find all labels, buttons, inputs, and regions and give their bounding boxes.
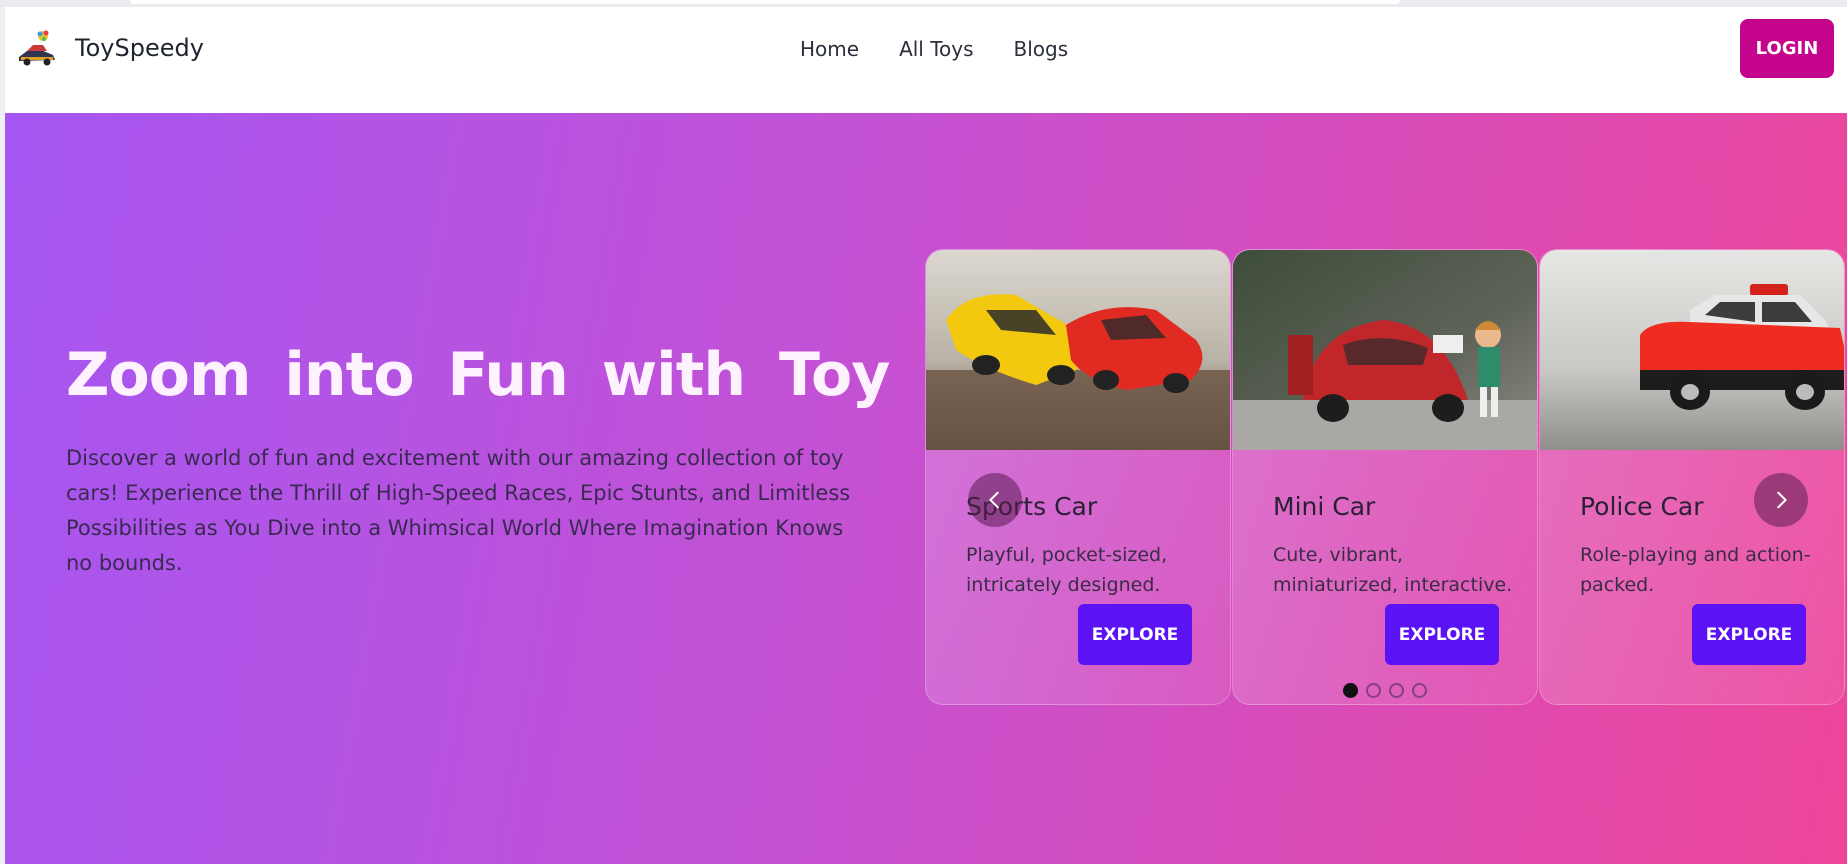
login-button[interactable]: LOGIN xyxy=(1740,19,1834,78)
sports-car-image xyxy=(926,250,1230,450)
chevron-left-icon xyxy=(989,491,999,509)
card-title: Police Car xyxy=(1580,492,1704,521)
hero-section: Zoom into Fun with Toy cars Discover a w… xyxy=(5,113,1847,864)
carousel-dot[interactable] xyxy=(1412,683,1427,698)
scrollbar-thumb[interactable] xyxy=(130,0,1400,4)
carousel-card-mini-car: Mini Car Cute, vibrant, miniaturized, in… xyxy=(1232,249,1538,705)
brand-name[interactable]: ToySpeedy xyxy=(75,34,204,62)
hero-title: Zoom into Fun with Toy cars xyxy=(66,340,1062,410)
carousel-dot[interactable] xyxy=(1366,683,1381,698)
carousel-dot[interactable] xyxy=(1389,683,1404,698)
browser-top-strip xyxy=(0,0,1847,7)
main-nav: Home All Toys Blogs xyxy=(800,37,1068,61)
mini-car-image xyxy=(1233,250,1537,450)
nav-link-all-toys[interactable]: All Toys xyxy=(899,37,973,61)
page: ToySpeedy Home All Toys Blogs LOGIN Zoom… xyxy=(5,7,1847,864)
card-title: Mini Car xyxy=(1273,492,1376,521)
explore-button-mini-car[interactable]: EXPLORE xyxy=(1385,604,1499,665)
card-description: Playful, pocket-sized, intricately desig… xyxy=(966,544,1168,596)
explore-button-police-car[interactable]: EXPLORE xyxy=(1692,604,1806,665)
carousel-next-button[interactable] xyxy=(1754,473,1808,527)
carousel-card-police-car: Police Car Role-playing and action-packe… xyxy=(1539,249,1845,705)
toy-carousel: Sports Car Playful, pocket-sized, intric… xyxy=(925,249,1847,705)
carousel-dot[interactable] xyxy=(1343,683,1358,698)
explore-button-sports-car[interactable]: EXPLORE xyxy=(1078,604,1192,665)
nav-link-blogs[interactable]: Blogs xyxy=(1014,37,1069,61)
navbar: ToySpeedy Home All Toys Blogs LOGIN xyxy=(5,7,1847,113)
card-description: Role-playing and action-packed. xyxy=(1580,544,1811,596)
chevron-right-icon xyxy=(1777,491,1787,509)
hero-description: Discover a world of fun and excitement w… xyxy=(66,446,851,575)
carousel-card-sports-car: Sports Car Playful, pocket-sized, intric… xyxy=(925,249,1231,705)
carousel-prev-button[interactable] xyxy=(968,473,1022,527)
card-description: Cute, vibrant, miniaturized, interactive… xyxy=(1273,544,1513,596)
nav-link-home[interactable]: Home xyxy=(800,37,859,61)
police-car-image xyxy=(1540,250,1844,450)
carousel-pagination xyxy=(1343,683,1427,698)
toy-car-logo-icon[interactable] xyxy=(15,27,59,71)
